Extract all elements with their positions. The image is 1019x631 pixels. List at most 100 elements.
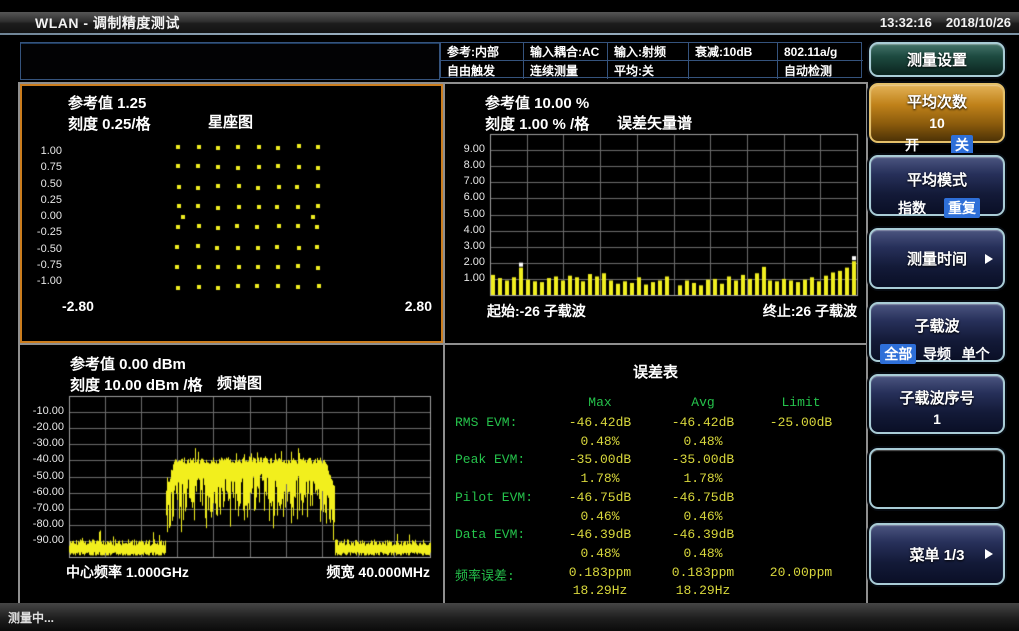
spectrum-span: 频宽 40.000MHz (270, 562, 430, 582)
menu-arrow-icon (985, 549, 993, 559)
error-table-cell: 18.29Hz (540, 583, 660, 598)
axis-tick-label: 0.75 (24, 161, 62, 173)
error-table-cell: 0.48% (645, 546, 761, 561)
error-table-row: 0.48%0.48% (445, 546, 866, 565)
evm-title: 误差矢量谱 (617, 112, 692, 133)
evm-stop-label: 终止:26 子载波 (715, 301, 857, 321)
error-table-cell: -46.39dB (645, 527, 761, 542)
error-table-cell: -46.42dB (540, 415, 660, 430)
repeat-mode-option[interactable]: 重复 (944, 198, 980, 218)
subcarrier-title: 子载波 (871, 304, 1003, 336)
setting-input: 输入:射频 (608, 43, 689, 61)
subcarrier-all-option[interactable]: 全部 (880, 344, 916, 364)
spectrum-ref-value: 参考值 0.00 dBm (70, 353, 186, 374)
menu-page-button[interactable]: 菜单 1/3 (869, 523, 1005, 585)
error-table-cell: 20.00ppm (743, 565, 859, 580)
page-title: WLAN - 调制精度测试 (0, 13, 180, 33)
measure-settings-button[interactable]: 测量设置 (869, 42, 1005, 77)
measure-time-label: 测量时间 (871, 230, 1003, 287)
evm-spectrum-panel[interactable]: 参考值 10.00 % 刻度 1.00 % /格 误差矢量谱 起始:-26 子载… (445, 84, 866, 343)
error-table-row: 18.29Hz18.29Hz (445, 583, 866, 602)
error-table-row: 0.46%0.46% (445, 509, 866, 528)
error-table-cell: 1.78% (645, 471, 761, 486)
axis-tick-label: -0.25 (24, 226, 62, 238)
axis-tick-label: 2.00 (451, 256, 485, 268)
setting-empty (689, 61, 778, 79)
axis-tick-label: -0.75 (24, 259, 62, 271)
blank-button[interactable] (869, 448, 1005, 509)
axis-tick-label: -0.50 (24, 243, 62, 255)
average-count-value: 10 (871, 115, 1003, 131)
error-table-row: MaxAvgLimit (445, 395, 866, 414)
error-table-cell: 18.29Hz (645, 583, 761, 598)
setting-average: 平均:关 (608, 61, 689, 79)
error-table-row: Pilot EVM:-46.75dB-46.75dB (445, 490, 866, 509)
subcarrier-pilot-option[interactable]: 导频 (919, 344, 955, 364)
axis-tick-label: 0.25 (24, 194, 62, 206)
constellation-ref-value: 参考值 1.25 (68, 92, 146, 113)
error-table-row: RMS EVM:-46.42dB-46.42dB-25.00dB (445, 415, 866, 434)
average-mode-button[interactable]: 平均模式 指数 重复 (869, 155, 1005, 216)
axis-tick-label: 8.00 (451, 159, 485, 171)
axis-tick-label: 3.00 (451, 240, 485, 252)
message-box (20, 42, 440, 80)
axis-tick-label: -20.00 (20, 421, 64, 433)
error-table-cell: -25.00dB (743, 415, 859, 430)
axis-tick-label: -60.00 (20, 486, 64, 498)
title-divider (0, 33, 1019, 35)
axis-tick-label: 4.00 (451, 224, 485, 236)
constellation-x-min: -2.80 (62, 298, 94, 314)
axis-tick-label: 0.50 (24, 178, 62, 190)
setting-autodetect: 自动检测 (778, 61, 863, 79)
axis-tick-label: 6.00 (451, 191, 485, 203)
error-table-row: 1.78%1.78% (445, 471, 866, 490)
subcarrier-index-button[interactable]: 子载波序号 1 (869, 374, 1005, 434)
evm-start-label: 起始:-26 子载波 (487, 301, 586, 321)
date: 2018/10/26 (946, 15, 1011, 30)
instrument-screen: WLAN - 调制精度测试 13:32:16 2018/10/26 参考:内部 … (0, 0, 1019, 631)
error-table-title: 误差表 (445, 361, 866, 382)
axis-tick-label: 5.00 (451, 208, 485, 220)
error-table-cell: 0.46% (540, 509, 660, 524)
spectrum-scale-value: 刻度 10.00 dBm /格 (70, 374, 203, 395)
measurement-display: 参考值 1.25 刻度 0.25/格 星座图 -2.80 2.80 1.000.… (18, 82, 868, 605)
error-table-cell: Max (540, 395, 660, 410)
axis-tick-label: -50.00 (20, 470, 64, 482)
constellation-scale-value: 刻度 0.25/格 (68, 113, 151, 134)
subcarrier-single-option[interactable]: 单个 (958, 344, 994, 364)
spectrum-panel[interactable]: 参考值 0.00 dBm 刻度 10.00 dBm /格 频谱图 中心频率 1.… (20, 345, 443, 603)
error-table-row: Data EVM:-46.39dB-46.39dB (445, 527, 866, 546)
error-table-cell: -46.39dB (540, 527, 660, 542)
measure-time-button[interactable]: 测量时间 (869, 228, 1005, 289)
error-table-cell: Limit (743, 395, 859, 410)
spectrum-center-freq: 中心频率 1.000GHz (66, 562, 189, 582)
error-table-cell: -46.75dB (540, 490, 660, 505)
axis-tick-label: -80.00 (20, 518, 64, 530)
error-table-panel[interactable]: 误差表 MaxAvgLimitRMS EVM:-46.42dB-46.42dB-… (445, 345, 866, 603)
error-table-cell: 1.78% (540, 471, 660, 486)
axis-tick-label: -1.00 (24, 275, 62, 287)
exp-mode-option[interactable]: 指数 (894, 198, 930, 218)
axis-tick-label: 1.00 (24, 145, 62, 157)
setting-sweep: 连续测量 (524, 61, 608, 79)
average-off-option[interactable]: 关 (951, 135, 973, 155)
constellation-panel[interactable]: 参考值 1.25 刻度 0.25/格 星座图 -2.80 2.80 1.000.… (20, 84, 443, 343)
average-on-option[interactable]: 开 (901, 135, 923, 155)
subcarrier-button[interactable]: 子载波 全部 导频 单个 (869, 302, 1005, 362)
menu-page-label: 菜单 1/3 (871, 525, 1003, 583)
submenu-arrow-icon (985, 254, 993, 264)
axis-tick-label: -10.00 (20, 405, 64, 417)
subcarrier-index-value: 1 (871, 411, 1003, 427)
axis-tick-label: 7.00 (451, 175, 485, 187)
settings-readout: 参考:内部 输入耦合:AC 输入:射频 衰减:10dB 802.11a/g 自由… (440, 42, 862, 78)
setting-attenuation: 衰减:10dB (689, 43, 778, 61)
setting-standard: 802.11a/g (778, 43, 863, 61)
axis-tick-label: 9.00 (451, 143, 485, 155)
error-table-cell: 0.48% (645, 434, 761, 449)
axis-tick-label: -70.00 (20, 502, 64, 514)
axis-tick-label: 1.00 (451, 272, 485, 284)
evm-scale-value: 刻度 1.00 % /格 (485, 113, 589, 134)
setting-input-coupling: 输入耦合:AC (524, 43, 608, 61)
setting-trigger: 自由触发 (441, 61, 524, 79)
average-count-button[interactable]: 平均次数 10 开 关 (869, 83, 1005, 143)
